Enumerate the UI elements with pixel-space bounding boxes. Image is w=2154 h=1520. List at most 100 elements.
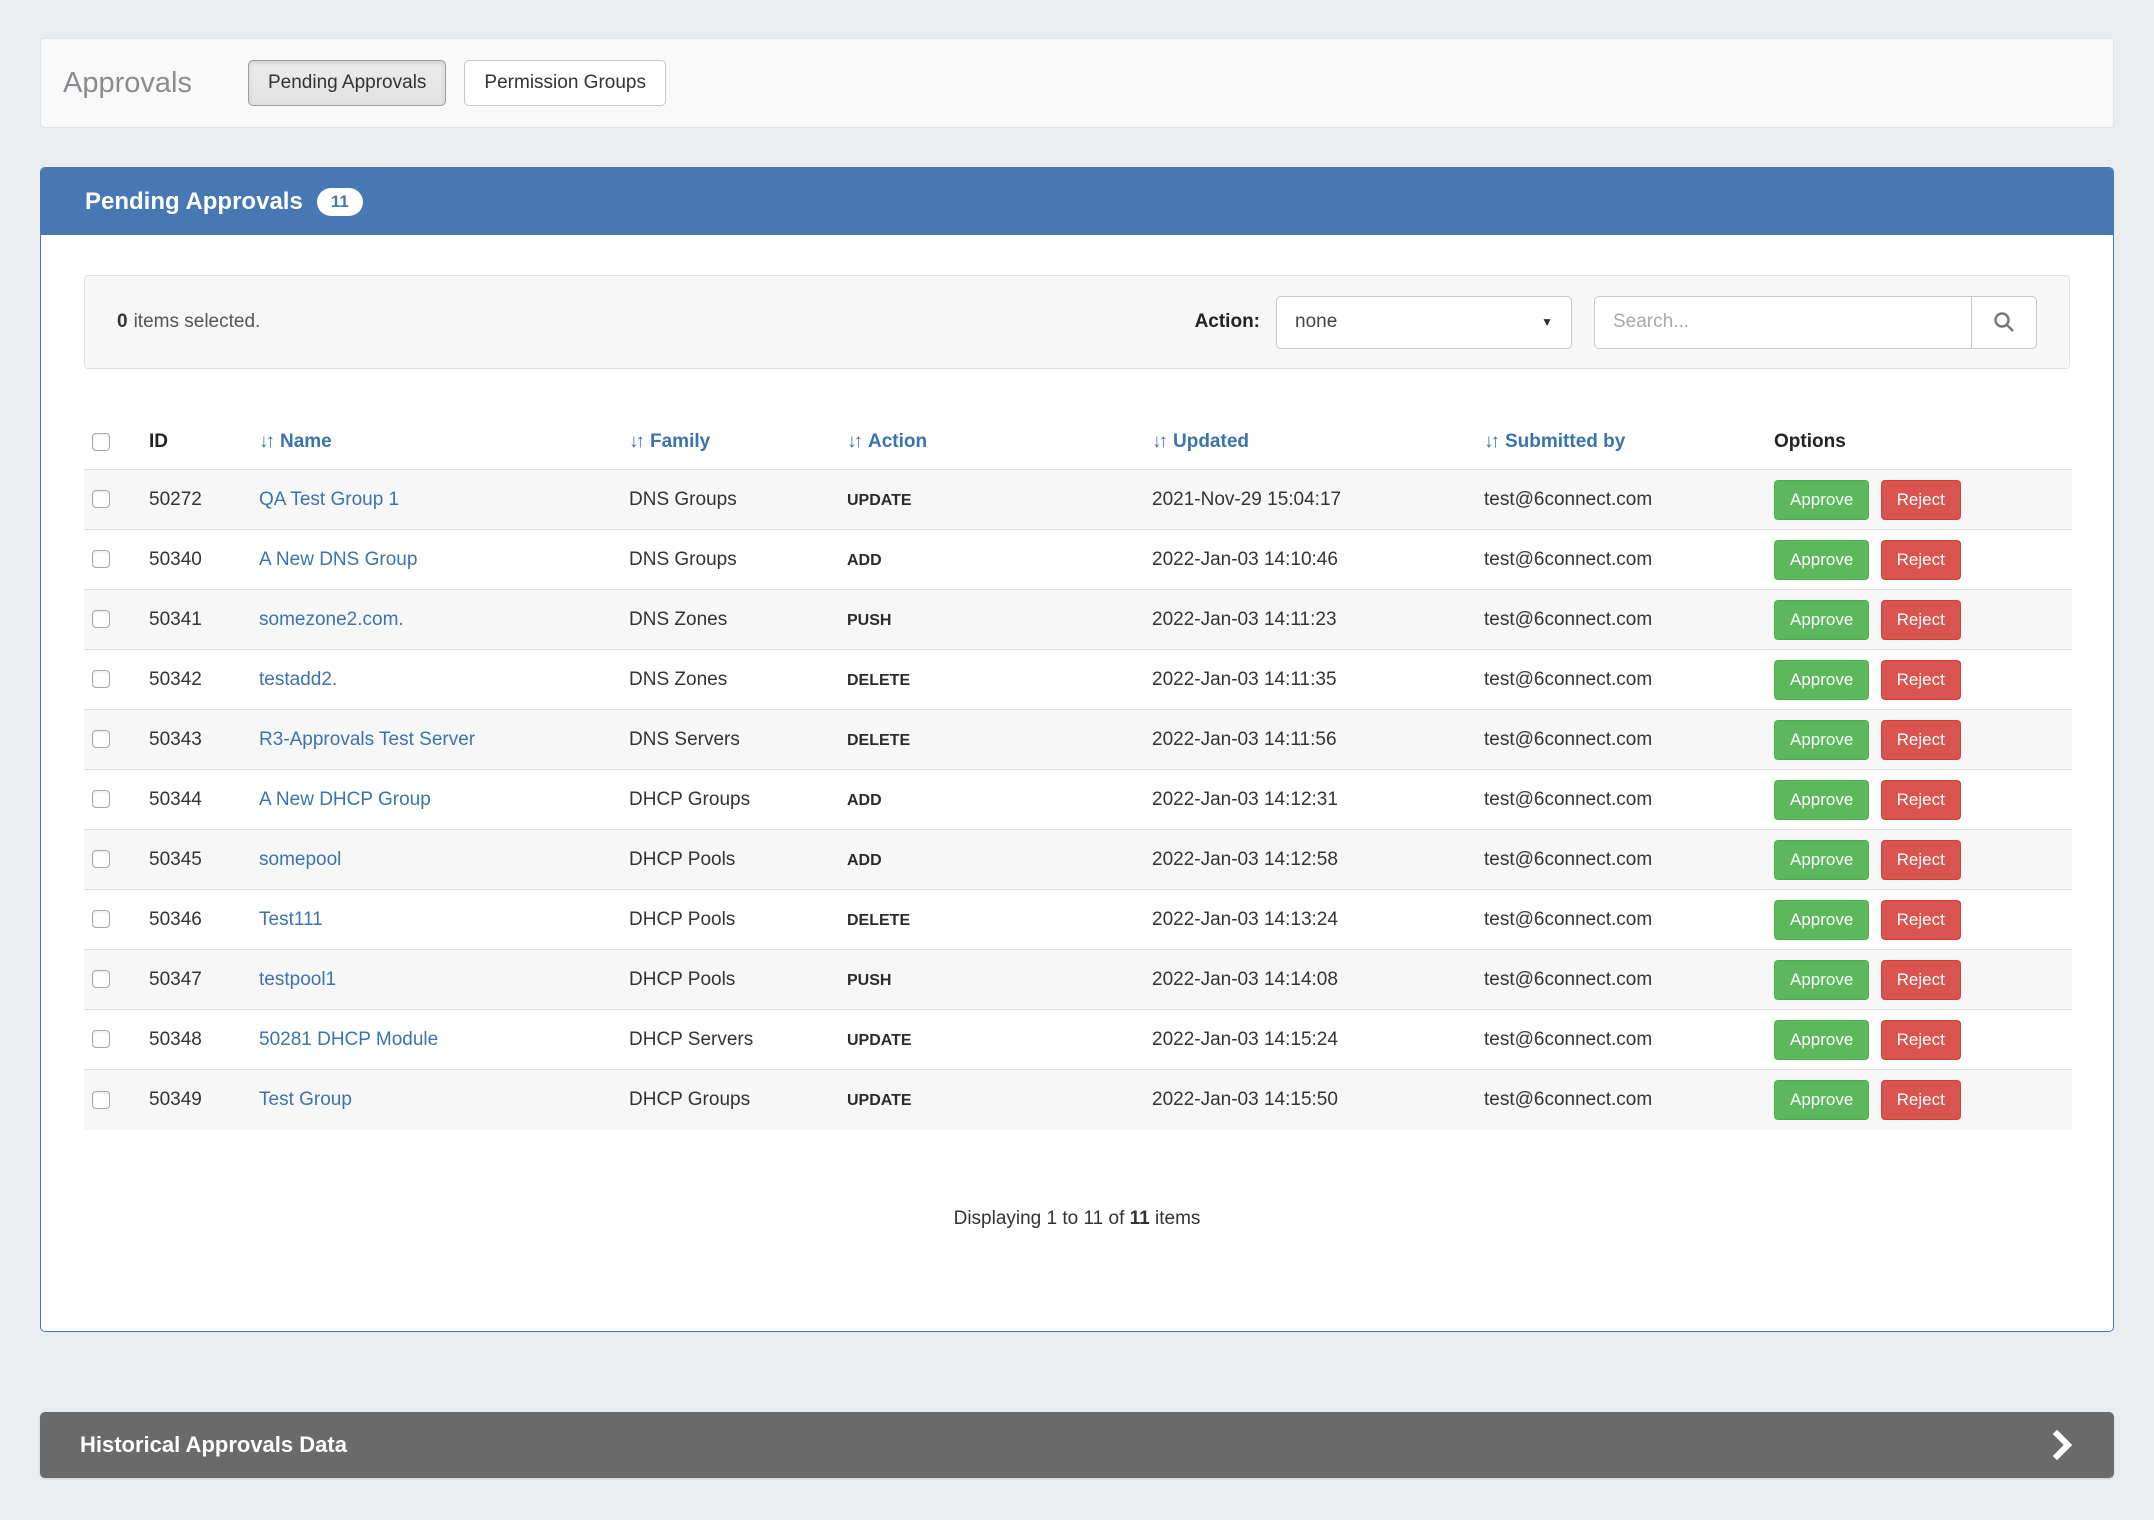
approve-button[interactable]: Approve xyxy=(1774,780,1869,820)
reject-button[interactable]: Reject xyxy=(1881,660,1961,700)
approve-button[interactable]: Approve xyxy=(1774,960,1869,1000)
approvals-table: ID ↓↑Name ↓↑Family ↓↑Action ↓↑Updated ↓↑… xyxy=(84,417,2072,1130)
row-family: DHCP Groups xyxy=(621,1070,839,1130)
row-name-link[interactable]: A New DHCP Group xyxy=(259,789,431,810)
table-row: 50272 QA Test Group 1 DNS Groups UPDATE … xyxy=(84,470,2072,530)
table-row: 50344 A New DHCP Group DHCP Groups ADD 2… xyxy=(84,770,2072,830)
row-name-link[interactable]: QA Test Group 1 xyxy=(259,489,399,510)
row-checkbox[interactable] xyxy=(92,970,110,988)
column-header-action[interactable]: ↓↑Action xyxy=(839,417,1144,470)
row-name-link[interactable]: testadd2. xyxy=(259,669,337,690)
action-select[interactable]: none ▼ xyxy=(1276,296,1572,349)
reject-button[interactable]: Reject xyxy=(1881,1080,1961,1120)
row-action: ADD xyxy=(847,792,882,809)
approve-button[interactable]: Approve xyxy=(1774,1020,1869,1060)
row-id: 50349 xyxy=(141,1070,251,1130)
approve-button[interactable]: Approve xyxy=(1774,480,1869,520)
approve-button[interactable]: Approve xyxy=(1774,720,1869,760)
reject-button[interactable]: Reject xyxy=(1881,900,1961,940)
reject-button[interactable]: Reject xyxy=(1881,540,1961,580)
row-updated: 2022-Jan-03 14:15:50 xyxy=(1144,1070,1476,1130)
search-icon xyxy=(1992,310,2016,334)
reject-button[interactable]: Reject xyxy=(1881,480,1961,520)
row-id: 50348 xyxy=(141,1010,251,1070)
select-all-checkbox[interactable] xyxy=(92,433,110,451)
column-header-updated[interactable]: ↓↑Updated xyxy=(1144,417,1476,470)
approve-button[interactable]: Approve xyxy=(1774,600,1869,640)
column-header-family[interactable]: ↓↑Family xyxy=(621,417,839,470)
row-name-link[interactable]: somezone2.com. xyxy=(259,609,404,630)
historical-approvals-title: Historical Approvals Data xyxy=(80,1432,347,1458)
row-name-link[interactable]: testpool1 xyxy=(259,969,336,990)
row-name-link[interactable]: 50281 DHCP Module xyxy=(259,1029,438,1050)
column-header-options: Options xyxy=(1766,417,2072,470)
reject-button[interactable]: Reject xyxy=(1881,1020,1961,1060)
tab-pending-approvals[interactable]: Pending Approvals xyxy=(248,60,446,107)
row-checkbox[interactable] xyxy=(92,910,110,928)
reject-button[interactable]: Reject xyxy=(1881,600,1961,640)
row-action: UPDATE xyxy=(847,1032,912,1049)
row-name-link[interactable]: Test111 xyxy=(259,909,323,930)
row-checkbox[interactable] xyxy=(92,550,110,568)
approve-button[interactable]: Approve xyxy=(1774,900,1869,940)
selected-count: 0 xyxy=(117,311,128,333)
reject-button[interactable]: Reject xyxy=(1881,780,1961,820)
reject-button[interactable]: Reject xyxy=(1881,720,1961,760)
row-family: DNS Servers xyxy=(621,710,839,770)
row-action: UPDATE xyxy=(847,1092,912,1109)
approve-button[interactable]: Approve xyxy=(1774,840,1869,880)
row-family: DHCP Groups xyxy=(621,770,839,830)
row-name-link[interactable]: somepool xyxy=(259,849,341,870)
row-family: DNS Groups xyxy=(621,470,839,530)
tab-permission-groups[interactable]: Permission Groups xyxy=(464,60,666,107)
column-header-name[interactable]: ↓↑Name xyxy=(251,417,621,470)
table-row: 50346 Test111 DHCP Pools DELETE 2022-Jan… xyxy=(84,890,2072,950)
approve-button[interactable]: Approve xyxy=(1774,540,1869,580)
row-name-link[interactable]: Test Group xyxy=(259,1089,352,1110)
row-updated: 2022-Jan-03 14:12:58 xyxy=(1144,830,1476,890)
row-name-link[interactable]: A New DNS Group xyxy=(259,549,417,570)
row-submitted-by: test@6connect.com xyxy=(1476,710,1766,770)
row-id: 50342 xyxy=(141,650,251,710)
row-checkbox[interactable] xyxy=(92,490,110,508)
row-action: PUSH xyxy=(847,972,891,989)
row-family: DHCP Servers xyxy=(621,1010,839,1070)
table-row: 50341 somezone2.com. DNS Zones PUSH 2022… xyxy=(84,590,2072,650)
row-id: 50341 xyxy=(141,590,251,650)
sort-icon: ↓↑ xyxy=(1152,431,1165,452)
pagination-status: Displaying 1 to 11 of 11 items xyxy=(41,1208,2113,1230)
row-submitted-by: test@6connect.com xyxy=(1476,470,1766,530)
row-checkbox[interactable] xyxy=(92,790,110,808)
row-checkbox[interactable] xyxy=(92,850,110,868)
row-checkbox[interactable] xyxy=(92,730,110,748)
search-input[interactable] xyxy=(1594,296,1971,349)
row-id: 50345 xyxy=(141,830,251,890)
row-checkbox[interactable] xyxy=(92,610,110,628)
column-header-submitted-by[interactable]: ↓↑Submitted by xyxy=(1476,417,1766,470)
row-action: PUSH xyxy=(847,612,891,629)
approve-button[interactable]: Approve xyxy=(1774,1080,1869,1120)
search-button[interactable] xyxy=(1971,296,2037,349)
row-submitted-by: test@6connect.com xyxy=(1476,530,1766,590)
reject-button[interactable]: Reject xyxy=(1881,840,1961,880)
table-row: 50349 Test Group DHCP Groups UPDATE 2022… xyxy=(84,1070,2072,1130)
row-submitted-by: test@6connect.com xyxy=(1476,770,1766,830)
row-family: DHCP Pools xyxy=(621,950,839,1010)
reject-button[interactable]: Reject xyxy=(1881,960,1961,1000)
row-id: 50346 xyxy=(141,890,251,950)
row-updated: 2022-Jan-03 14:14:08 xyxy=(1144,950,1476,1010)
historical-approvals-bar[interactable]: Historical Approvals Data xyxy=(40,1412,2114,1478)
sort-icon: ↓↑ xyxy=(259,431,272,452)
row-id: 50340 xyxy=(141,530,251,590)
pending-approvals-panel: Pending Approvals 11 0 items selected. A… xyxy=(40,167,2114,1332)
row-checkbox[interactable] xyxy=(92,670,110,688)
table-row: 50347 testpool1 DHCP Pools PUSH 2022-Jan… xyxy=(84,950,2072,1010)
row-checkbox[interactable] xyxy=(92,1030,110,1048)
row-action: ADD xyxy=(847,852,882,869)
row-checkbox[interactable] xyxy=(92,1091,110,1109)
row-name-link[interactable]: R3-Approvals Test Server xyxy=(259,729,475,750)
approve-button[interactable]: Approve xyxy=(1774,660,1869,700)
row-submitted-by: test@6connect.com xyxy=(1476,1070,1766,1130)
row-id: 50347 xyxy=(141,950,251,1010)
row-updated: 2022-Jan-03 14:15:24 xyxy=(1144,1010,1476,1070)
